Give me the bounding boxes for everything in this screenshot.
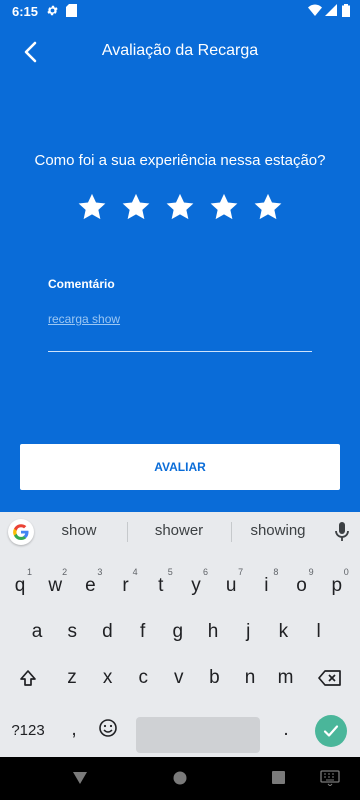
key-n[interactable]: n: [234, 658, 266, 698]
suggestion-item[interactable]: shower: [134, 522, 224, 539]
key-u[interactable]: u7: [215, 566, 247, 606]
signal-icon: [325, 4, 337, 19]
star-icon[interactable]: [165, 192, 195, 222]
key-j[interactable]: j: [232, 612, 264, 652]
star-icon[interactable]: [77, 192, 107, 222]
key-e[interactable]: e3: [74, 566, 106, 606]
settings-gear-icon: [46, 4, 59, 20]
symbols-key[interactable]: ?123: [6, 710, 50, 750]
key-o[interactable]: o9: [286, 566, 318, 606]
key-c[interactable]: c: [127, 658, 159, 698]
suggestion-strip: show shower showing: [0, 512, 360, 552]
app-screen: 6:15 Avaliação da Recarga Como foi a sua…: [0, 0, 360, 512]
key-m[interactable]: m: [270, 658, 302, 698]
key-p[interactable]: p0: [321, 566, 353, 606]
star-rating: [77, 192, 283, 226]
suggestion-divider: [231, 522, 232, 542]
star-icon[interactable]: [209, 192, 239, 222]
app-bar: Avaliação da Recarga: [0, 24, 360, 80]
suggestion-item[interactable]: show: [34, 522, 124, 539]
comma-key[interactable]: ,: [58, 710, 90, 750]
emoji-key-icon[interactable]: [92, 708, 124, 748]
enter-check-icon[interactable]: [315, 715, 347, 747]
nav-home-icon[interactable]: [173, 771, 187, 790]
google-g-icon[interactable]: [8, 519, 34, 545]
key-b[interactable]: b: [198, 658, 230, 698]
key-f[interactable]: f: [127, 612, 159, 652]
suggestion-item[interactable]: showing: [233, 522, 323, 539]
shift-key-icon[interactable]: [12, 658, 44, 698]
star-icon[interactable]: [121, 192, 151, 222]
comment-value: recarga show: [48, 312, 121, 326]
key-d[interactable]: d: [91, 612, 123, 652]
key-t[interactable]: t5: [145, 566, 177, 606]
key-g[interactable]: g: [162, 612, 194, 652]
key-w[interactable]: w2: [39, 566, 71, 606]
wifi-icon: [308, 4, 322, 19]
space-key[interactable]: [136, 717, 260, 753]
backspace-key-icon[interactable]: [314, 658, 346, 698]
suggestion-divider: [127, 522, 128, 542]
rating-question: Como foi a sua experiência nessa estação…: [34, 152, 326, 169]
status-time: 6:15: [12, 4, 39, 19]
sd-card-icon: [66, 4, 77, 20]
key-s[interactable]: s: [56, 612, 88, 652]
key-q[interactable]: q1: [4, 566, 36, 606]
nav-back-icon[interactable]: [72, 771, 88, 790]
status-bar: 6:15: [0, 0, 360, 24]
comment-label: Comentário: [48, 277, 115, 291]
nav-recents-icon[interactable]: [272, 771, 285, 789]
comment-input[interactable]: recarga show: [48, 306, 312, 352]
battery-icon: [342, 4, 350, 20]
key-z[interactable]: z: [56, 658, 88, 698]
avaliar-button[interactable]: AVALIAR: [20, 444, 340, 490]
key-k[interactable]: k: [267, 612, 299, 652]
key-x[interactable]: x: [92, 658, 124, 698]
key-r[interactable]: r4: [110, 566, 142, 606]
period-key[interactable]: .: [270, 710, 302, 750]
keyboard: show shower showing q1w2e3r4t5y6u7i8o9p0…: [0, 512, 360, 757]
key-h[interactable]: h: [197, 612, 229, 652]
key-y[interactable]: y6: [180, 566, 212, 606]
star-icon[interactable]: [253, 192, 283, 222]
microphone-icon[interactable]: [333, 521, 351, 543]
navigation-bar: [0, 757, 360, 800]
keyboard-switch-icon[interactable]: [320, 770, 340, 791]
key-a[interactable]: a: [21, 612, 53, 652]
key-v[interactable]: v: [163, 658, 195, 698]
key-l[interactable]: l: [303, 612, 335, 652]
key-i[interactable]: i8: [250, 566, 282, 606]
page-title: Avaliação da Recarga: [101, 42, 259, 59]
